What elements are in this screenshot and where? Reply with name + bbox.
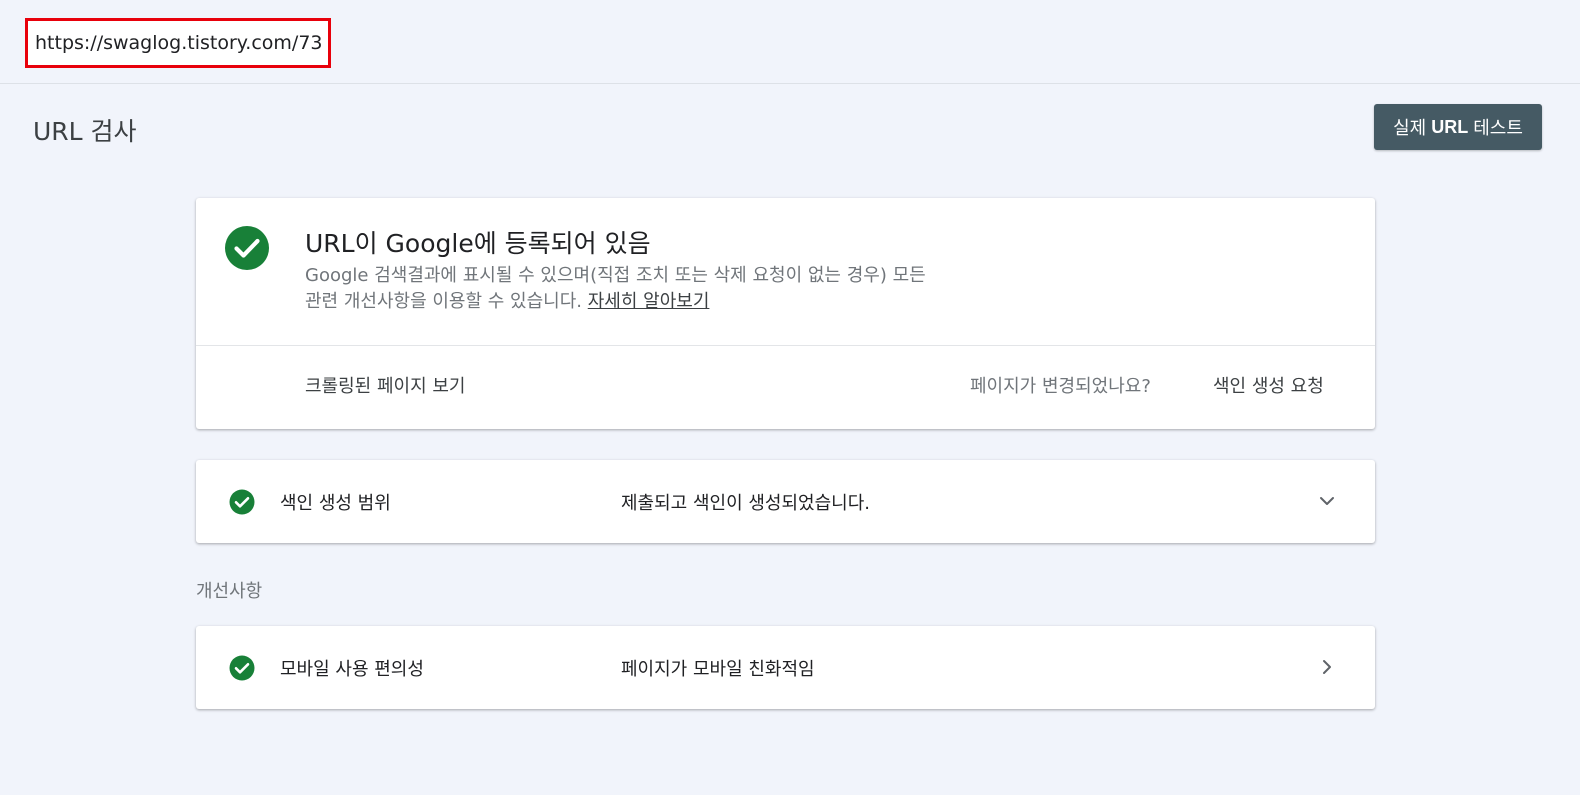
mobile-usability-value: 페이지가 모바일 친화적임	[621, 659, 815, 680]
inspected-url[interactable]: https://swaglog.tistory.com/73	[25, 18, 331, 68]
test-live-url-button[interactable]: 실제 URL 테스트	[1374, 104, 1542, 150]
page-changed-prompt: 페이지가 변경되었나요?	[970, 376, 1151, 397]
test-button-suffix: 테스트	[1468, 118, 1523, 138]
description-line-1: Google 검색결과에 표시될 수 있으며(직접 조치 또는 삭제 요청이 없…	[305, 265, 926, 286]
enhancements-section-label: 개선사항	[196, 581, 263, 602]
page-title: URL 검사	[33, 117, 137, 146]
coverage-label: 색인 생성 범위	[280, 493, 391, 514]
chevron-right-icon[interactable]	[1316, 656, 1338, 678]
description-line-2-text: 관련 개선사항을 이용할 수 있습니다.	[305, 291, 588, 312]
coverage-row[interactable]: 색인 생성 범위 제출되고 색인이 생성되었습니다.	[196, 460, 1375, 543]
check-circle-icon	[229, 655, 255, 681]
top-bar: https://swaglog.tistory.com/73	[0, 0, 1580, 84]
chevron-down-icon[interactable]	[1316, 490, 1338, 512]
test-button-prefix: 실제	[1393, 118, 1432, 138]
mobile-usability-label: 모바일 사용 편의성	[280, 659, 424, 680]
card-divider	[196, 345, 1375, 346]
request-indexing-button[interactable]: 색인 생성 요청	[1213, 372, 1324, 398]
check-circle-icon	[225, 226, 269, 270]
inspected-url-text: https://swaglog.tistory.com/73	[35, 32, 323, 54]
index-status-card: URL이 Google에 등록되어 있음 Google 검색결과에 표시될 수 …	[196, 198, 1375, 429]
test-button-bold: URL	[1431, 116, 1469, 137]
mobile-usability-row[interactable]: 모바일 사용 편의성 페이지가 모바일 친화적임	[196, 626, 1375, 709]
check-circle-icon	[229, 489, 255, 515]
learn-more-link[interactable]: 자세히 알아보기	[588, 291, 710, 312]
coverage-value: 제출되고 색인이 생성되었습니다.	[621, 493, 871, 514]
view-crawled-page-button[interactable]: 크롤링된 페이지 보기	[305, 372, 465, 398]
description-line-2: 관련 개선사항을 이용할 수 있습니다. 자세히 알아보기	[305, 289, 1065, 315]
index-status-title: URL이 Google에 등록되어 있음	[305, 229, 651, 258]
index-status-description: Google 검색결과에 표시될 수 있으며(직접 조치 또는 삭제 요청이 없…	[305, 263, 1065, 315]
